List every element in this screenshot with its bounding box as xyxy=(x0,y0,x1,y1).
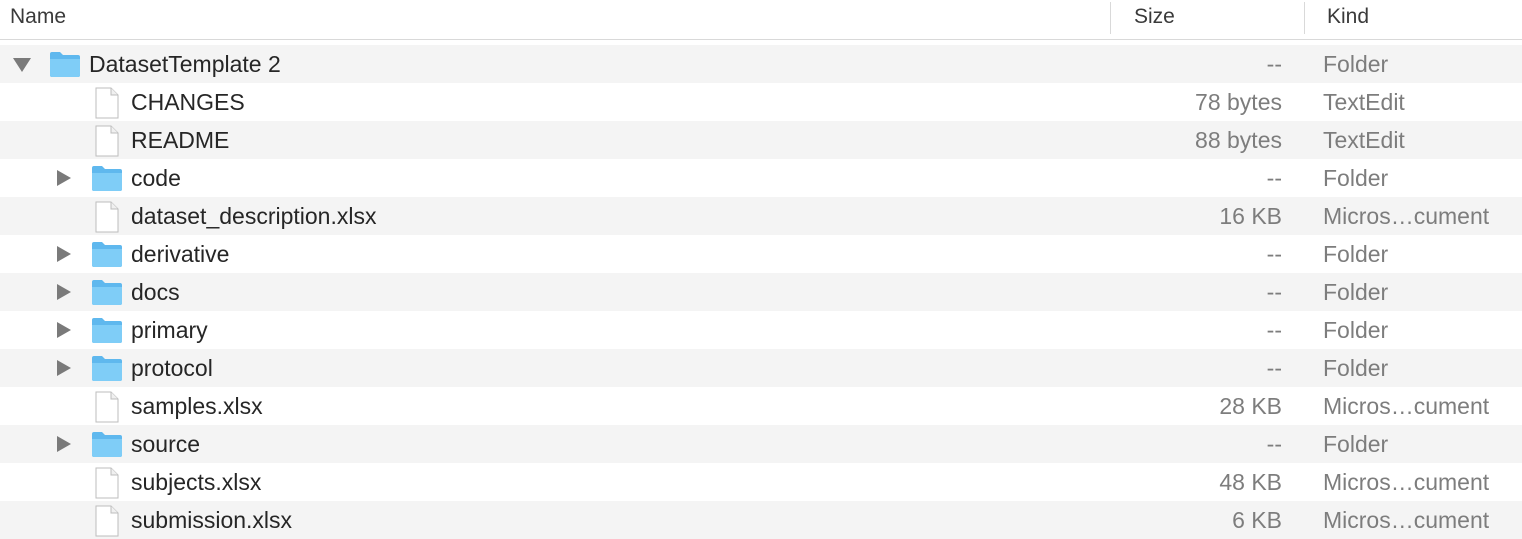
disclosure-collapsed-icon[interactable] xyxy=(53,349,73,387)
file-kind: Micros…cument xyxy=(1323,507,1490,533)
document-icon xyxy=(94,121,126,159)
file-kind: Folder xyxy=(1323,355,1389,381)
file-kind: Folder xyxy=(1323,241,1389,267)
file-kind: Folder xyxy=(1323,165,1389,191)
file-size: -- xyxy=(1266,241,1282,267)
column-divider[interactable] xyxy=(1304,2,1305,34)
file-name: primary xyxy=(131,317,208,343)
file-row[interactable]: subjects.xlsx 48 KB Micros…cument xyxy=(0,463,1522,501)
file-row[interactable]: primary -- Folder xyxy=(0,311,1522,349)
disclosure-collapsed-icon[interactable] xyxy=(53,425,73,463)
file-name: subjects.xlsx xyxy=(131,469,262,495)
folder-icon xyxy=(91,349,123,387)
file-kind: Micros…cument xyxy=(1323,393,1490,419)
folder-icon xyxy=(49,45,81,83)
file-size: -- xyxy=(1266,431,1282,457)
disclosure-expanded-icon[interactable] xyxy=(11,45,31,83)
file-row[interactable]: README 88 bytes TextEdit xyxy=(0,121,1522,159)
file-size: 16 KB xyxy=(1219,203,1282,229)
file-kind: Folder xyxy=(1323,317,1389,343)
disclosure-collapsed-icon[interactable] xyxy=(53,235,73,273)
file-list: DatasetTemplate 2 -- Folder CHANGES 78 bytes… xyxy=(0,45,1522,539)
document-icon xyxy=(94,501,126,539)
file-size: -- xyxy=(1266,165,1282,191)
folder-icon xyxy=(91,159,123,197)
file-row[interactable]: source -- Folder xyxy=(0,425,1522,463)
file-row[interactable]: submission.xlsx 6 KB Micros…cument xyxy=(0,501,1522,539)
file-row[interactable]: samples.xlsx 28 KB Micros…cument xyxy=(0,387,1522,425)
file-row[interactable]: CHANGES 78 bytes TextEdit xyxy=(0,83,1522,121)
name-column-header[interactable]: Name xyxy=(10,0,66,39)
disclosure-collapsed-icon[interactable] xyxy=(53,311,73,349)
file-name: docs xyxy=(131,279,180,305)
file-kind: TextEdit xyxy=(1323,127,1405,153)
disclosure-collapsed-icon[interactable] xyxy=(53,159,73,197)
file-size: -- xyxy=(1266,317,1282,343)
file-kind: Micros…cument xyxy=(1323,469,1490,495)
file-name: submission.xlsx xyxy=(131,507,293,533)
file-size: 28 KB xyxy=(1219,393,1282,419)
file-name: CHANGES xyxy=(131,89,245,115)
file-name: dataset_description.xlsx xyxy=(131,203,377,229)
file-kind: Folder xyxy=(1323,279,1389,305)
file-name: protocol xyxy=(131,355,213,381)
file-name: source xyxy=(131,431,201,457)
file-name: README xyxy=(131,127,230,153)
file-kind: TextEdit xyxy=(1323,89,1405,115)
file-size: 88 bytes xyxy=(1195,127,1282,153)
file-row[interactable]: derivative -- Folder xyxy=(0,235,1522,273)
file-kind: Folder xyxy=(1323,51,1389,77)
disclosure-collapsed-icon[interactable] xyxy=(53,273,73,311)
file-kind: Micros…cument xyxy=(1323,203,1490,229)
file-row[interactable]: dataset_description.xlsx 16 KB Micros…cume… xyxy=(0,197,1522,235)
file-row[interactable]: docs -- Folder xyxy=(0,273,1522,311)
folder-icon xyxy=(91,311,123,349)
file-row[interactable]: protocol -- Folder xyxy=(0,349,1522,387)
file-size: -- xyxy=(1266,279,1282,305)
file-size: -- xyxy=(1266,355,1282,381)
kind-column-header[interactable]: Kind xyxy=(1327,0,1369,39)
file-row[interactable]: code -- Folder xyxy=(0,159,1522,197)
folder-icon xyxy=(91,235,123,273)
file-size: 6 KB xyxy=(1232,507,1282,533)
column-header-bar: Name Size Kind xyxy=(0,0,1522,40)
file-name: DatasetTemplate 2 xyxy=(89,51,281,77)
document-icon xyxy=(94,387,126,425)
folder-icon xyxy=(91,273,123,311)
file-name: derivative xyxy=(131,241,230,267)
file-name: code xyxy=(131,165,181,191)
file-name: samples.xlsx xyxy=(131,393,263,419)
file-size: -- xyxy=(1266,51,1282,77)
folder-icon xyxy=(91,425,123,463)
document-icon xyxy=(94,83,126,121)
file-row[interactable]: DatasetTemplate 2 -- Folder xyxy=(0,45,1522,83)
column-divider[interactable] xyxy=(1110,2,1111,34)
size-column-header[interactable]: Size xyxy=(1134,0,1175,39)
file-kind: Folder xyxy=(1323,431,1389,457)
document-icon xyxy=(94,197,126,235)
document-icon xyxy=(94,463,126,501)
file-size: 48 KB xyxy=(1219,469,1282,495)
file-size: 78 bytes xyxy=(1195,89,1282,115)
